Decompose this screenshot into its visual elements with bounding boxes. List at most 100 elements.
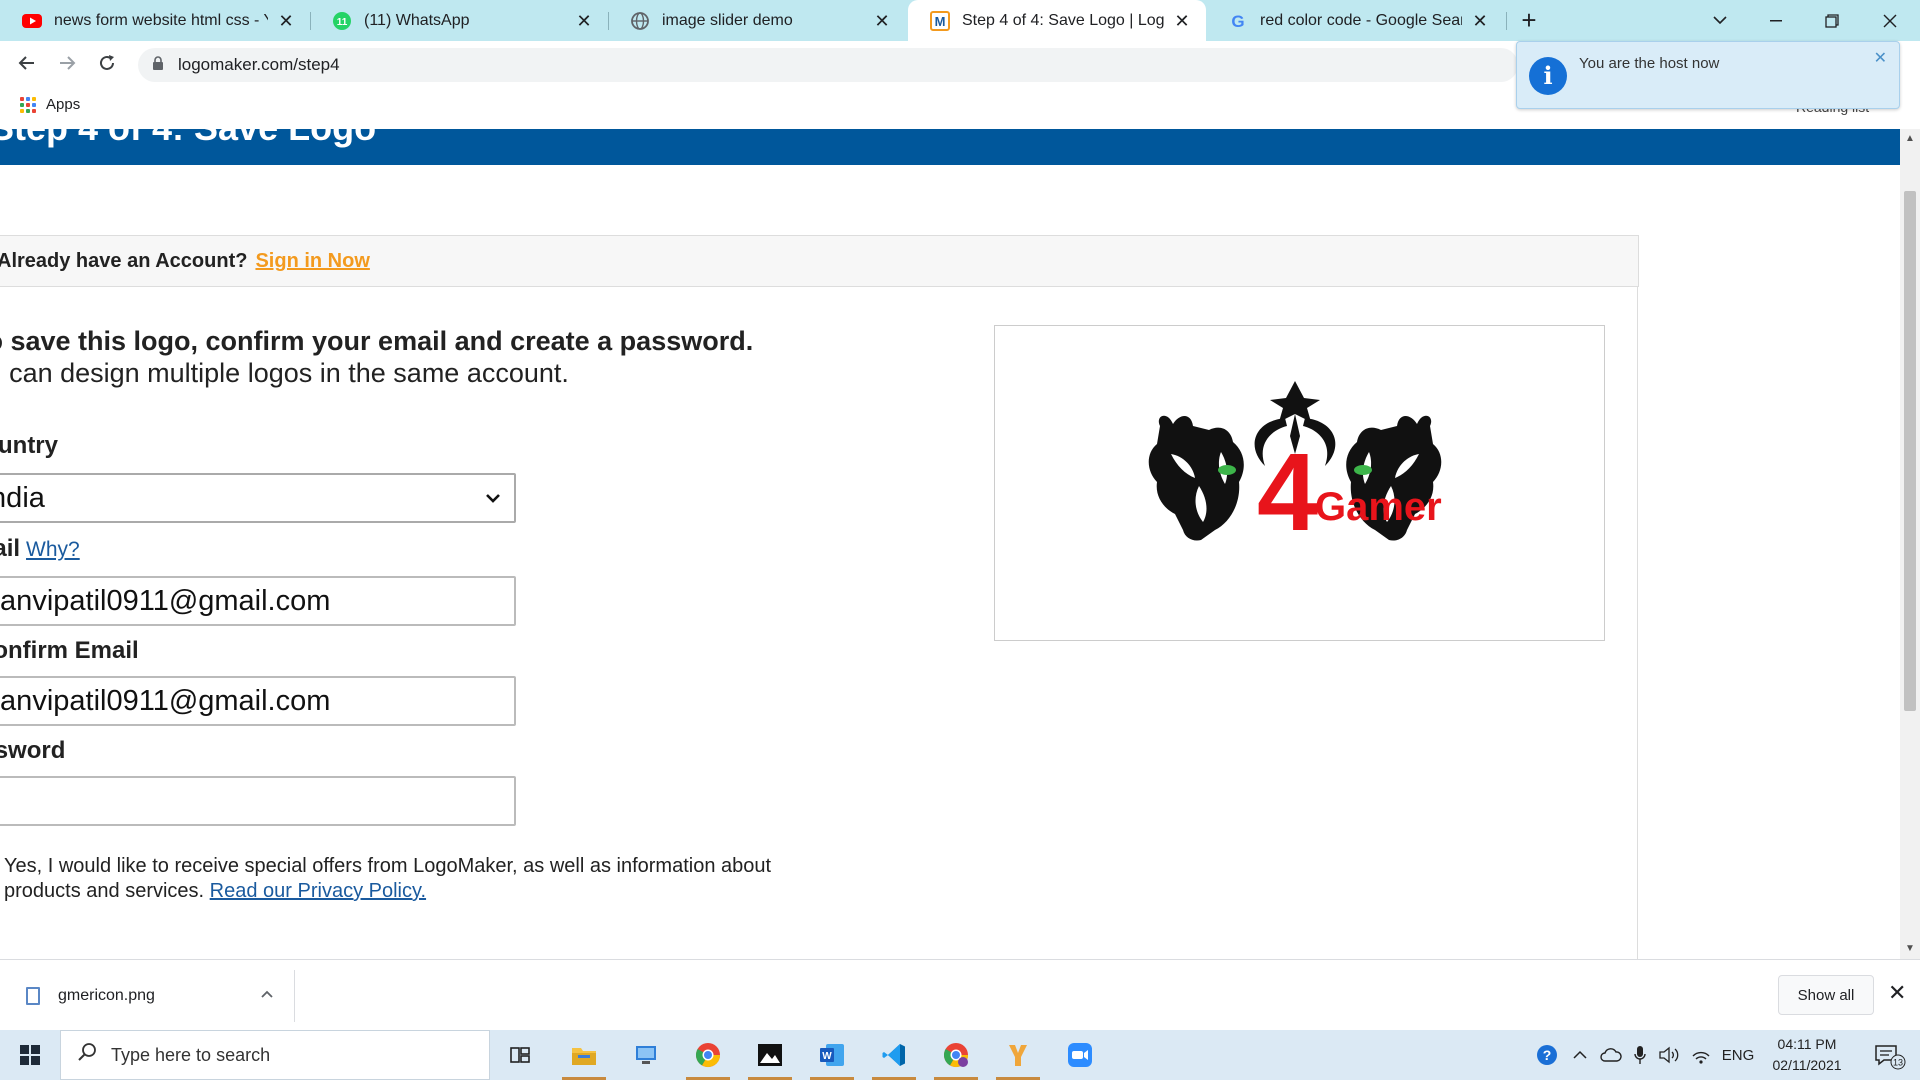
logo-preview: 4 Gamer <box>994 325 1605 641</box>
tab-youtube[interactable]: news form website html css - You ✕ <box>0 0 310 41</box>
apps-shortcut[interactable]: Apps <box>20 96 80 113</box>
tab-divider <box>1506 12 1507 30</box>
confirm-email-field[interactable]: tanvipatil0911@gmail.com <box>0 676 516 726</box>
start-button[interactable] <box>0 1030 60 1080</box>
close-window-button[interactable] <box>1862 0 1918 41</box>
back-button[interactable] <box>13 51 41 79</box>
svg-text:W: W <box>822 1051 832 1062</box>
svg-text:M: M <box>935 14 946 29</box>
tab-logomaker[interactable]: M Step 4 of 4: Save Logo | LogoMak ✕ <box>908 0 1206 41</box>
content-divider <box>1637 287 1638 959</box>
action-center-icon[interactable]: 13 <box>1864 1030 1914 1080</box>
host-notification: i You are the host now ✕ <box>1516 41 1900 109</box>
tab-google-search[interactable]: G red color code - Google Search ✕ <box>1206 0 1504 41</box>
save-heading: To save this logo, confirm your email an… <box>0 326 754 356</box>
show-all-button[interactable]: Show all <box>1778 975 1874 1015</box>
search-icon <box>77 1042 97 1068</box>
confirm-email-value: tanvipatil0911@gmail.com <box>0 684 331 717</box>
reload-button[interactable] <box>93 51 121 79</box>
shelf-divider <box>294 970 295 1022</box>
tab-title: (11) WhatsApp <box>364 11 470 29</box>
url-text: logomaker.com/step4 <box>178 55 340 74</box>
language-indicator[interactable]: ENG <box>1720 1030 1756 1080</box>
download-filename: gmericon.png <box>58 987 155 1004</box>
close-notification-icon[interactable]: ✕ <box>1874 48 1887 68</box>
notification-text: You are the host now <box>1579 55 1720 72</box>
tab-whatsapp[interactable]: 11 (11) WhatsApp ✕ <box>310 0 608 41</box>
country-label: Country <box>0 432 58 459</box>
globe-icon <box>630 11 650 31</box>
show-hidden-icons[interactable] <box>1568 1030 1592 1080</box>
address-bar[interactable]: logomaker.com/step4 <box>138 48 1518 82</box>
step-header: Step 4 of 4: Save Logo <box>0 129 1900 165</box>
why-link[interactable]: Why? <box>26 538 80 561</box>
close-tab-icon[interactable]: ✕ <box>1172 11 1192 31</box>
this-pc-icon[interactable] <box>616 1030 676 1080</box>
password-label: Password <box>0 737 66 764</box>
country-select[interactable]: India <box>0 473 516 523</box>
page-content: Step 4 of 4: Save Logo Already have an A… <box>0 129 1900 959</box>
close-tab-icon[interactable]: ✕ <box>574 11 594 31</box>
minimize-button[interactable] <box>1748 0 1804 41</box>
logo-word: Gamer <box>1315 485 1442 529</box>
windows-taskbar: Type here to search W ? ENG 04:11 PM 02/… <box>0 1030 1920 1080</box>
privacy-policy-link[interactable]: Read our Privacy Policy. <box>210 880 426 902</box>
info-icon: i <box>1529 57 1567 95</box>
tab-title: red color code - Google Search <box>1260 11 1462 29</box>
google-icon: G <box>1228 11 1248 31</box>
email-label: Email <box>0 535 21 562</box>
password-field[interactable] <box>0 776 516 826</box>
scroll-up-icon[interactable]: ▲ <box>1905 133 1915 144</box>
clock-time: 04:11 PM <box>1777 1036 1837 1052</box>
scroll-thumb[interactable] <box>1904 191 1916 711</box>
help-icon[interactable]: ? <box>1532 1030 1562 1080</box>
chrome-icon[interactable] <box>678 1030 738 1080</box>
download-item[interactable]: gmericon.png <box>26 980 276 1012</box>
yandex-icon[interactable] <box>988 1030 1048 1080</box>
close-shelf-icon[interactable]: ✕ <box>1888 980 1906 1006</box>
close-tab-icon[interactable]: ✕ <box>276 11 296 31</box>
scroll-down-icon[interactable]: ▼ <box>1905 943 1915 954</box>
close-tab-icon[interactable]: ✕ <box>872 11 892 31</box>
zoom-icon[interactable] <box>1050 1030 1110 1080</box>
close-tab-icon[interactable]: ✕ <box>1470 11 1490 31</box>
svg-text:?: ? <box>1543 1047 1552 1063</box>
task-view-icon[interactable] <box>490 1030 550 1080</box>
page-scrollbar[interactable]: ▲ ▼ <box>1900 129 1920 959</box>
logo-number: 4 <box>1257 431 1318 554</box>
account-prompt: Already have an Account? <box>0 249 248 272</box>
taskbar-search[interactable]: Type here to search <box>60 1030 490 1080</box>
volume-icon[interactable] <box>1656 1030 1682 1080</box>
vscode-icon[interactable] <box>864 1030 924 1080</box>
notification-count: 13 <box>1893 1058 1903 1068</box>
whatsapp-icon: 11 <box>332 11 352 31</box>
restore-button[interactable] <box>1804 0 1860 41</box>
photos-icon[interactable] <box>740 1030 800 1080</box>
new-tab-button[interactable]: + <box>1516 7 1542 34</box>
download-shelf: gmericon.png Show all ✕ <box>0 959 1920 1030</box>
email-label-row: EmailWhy? <box>0 535 80 563</box>
svg-text:G: G <box>1231 12 1244 30</box>
email-field[interactable]: tanvipatil0911@gmail.com <box>0 576 516 626</box>
forward-button[interactable] <box>53 51 81 79</box>
tab-search-icon[interactable] <box>1692 0 1748 41</box>
search-placeholder: Type here to search <box>111 1044 271 1065</box>
chevron-up-icon[interactable] <box>258 986 276 1004</box>
clock[interactable]: 04:11 PM 02/11/2021 <box>1762 1034 1852 1076</box>
apps-label: Apps <box>46 96 81 113</box>
microphone-icon[interactable] <box>1628 1030 1652 1080</box>
word-icon[interactable]: W <box>802 1030 862 1080</box>
windows-logo-icon <box>20 1045 40 1065</box>
wifi-icon[interactable] <box>1688 1030 1714 1080</box>
account-bar: Already have an Account? Sign in Now <box>0 235 1639 287</box>
email-value: tanvipatil0911@gmail.com <box>0 584 331 617</box>
step-title: Step 4 of 4: Save Logo <box>0 129 376 149</box>
chrome-profile-icon[interactable] <box>926 1030 986 1080</box>
sign-in-link[interactable]: Sign in Now <box>255 250 369 273</box>
tab-strip: news form website html css - You ✕ 11 (1… <box>0 0 1920 41</box>
file-explorer-icon[interactable] <box>554 1030 614 1080</box>
tab-image-slider[interactable]: image slider demo ✕ <box>608 0 906 41</box>
lock-icon <box>152 56 164 74</box>
onedrive-icon[interactable] <box>1598 1030 1624 1080</box>
country-value: India <box>0 481 45 514</box>
